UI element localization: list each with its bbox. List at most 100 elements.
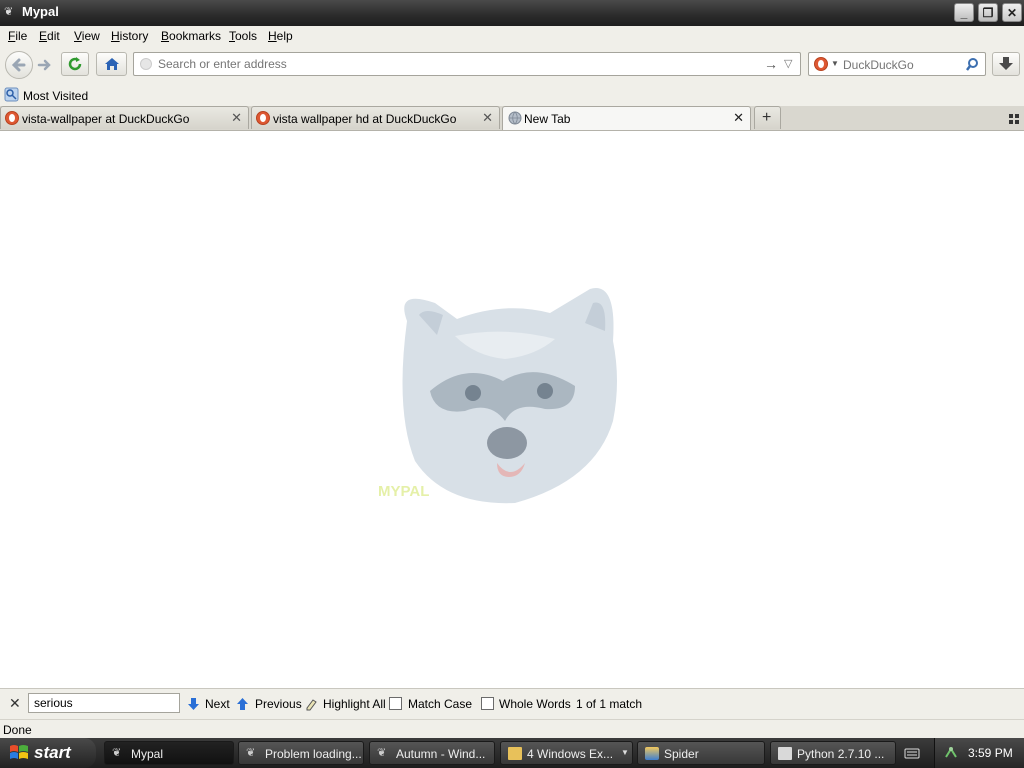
menu-view[interactable]: View xyxy=(74,29,100,43)
clock[interactable]: 3:59 PM xyxy=(968,746,1013,760)
taskbar-item-label: Spider xyxy=(664,747,699,761)
whole-words-label: Whole Words xyxy=(499,697,571,711)
menu-tools[interactable]: Tools xyxy=(229,29,257,43)
windows-logo-icon xyxy=(10,745,28,759)
search-icon[interactable] xyxy=(965,57,980,72)
taskbar-item-label: Autumn - Wind... xyxy=(396,747,486,761)
mypal-app-icon: ❦ xyxy=(377,747,387,759)
engine-dropdown-icon[interactable]: ▼ xyxy=(831,59,839,68)
close-tab-icon[interactable]: ✕ xyxy=(482,110,493,126)
mypal-app-icon: ❦ xyxy=(112,747,122,759)
forward-arrow-icon xyxy=(37,59,51,71)
keyboard-language-icon[interactable] xyxy=(904,747,920,760)
navigation-toolbar: → ▽ ▼ xyxy=(0,46,1024,84)
taskbar-item-mypal[interactable]: ❦ Mypal xyxy=(104,741,234,765)
menu-history[interactable]: History xyxy=(111,29,148,43)
raccoon-logo xyxy=(402,288,617,504)
forward-button[interactable] xyxy=(36,56,54,74)
match-case-checkbox[interactable]: Match Case xyxy=(389,689,473,719)
close-tab-icon[interactable]: ✕ xyxy=(231,110,242,126)
arrow-down-icon xyxy=(188,698,199,710)
tab-title: vista wallpaper hd at DuckDuckGo xyxy=(273,112,457,126)
duckduckgo-favicon-icon xyxy=(5,111,19,125)
tab-new-tab[interactable]: New Tab ✕ xyxy=(502,106,751,130)
taskbar-item-label: Problem loading... xyxy=(265,747,362,761)
find-input[interactable] xyxy=(28,693,180,713)
menu-bar: File Edit View History Bookmarks Tools H… xyxy=(0,26,1024,46)
search-bar[interactable]: ▼ xyxy=(808,52,986,76)
most-visited-icon xyxy=(4,87,19,102)
tab-title: vista-wallpaper at DuckDuckGo xyxy=(22,112,190,126)
restore-button[interactable]: ❐ xyxy=(978,3,998,22)
close-window-button[interactable]: ✕ xyxy=(1002,3,1022,22)
tab-groups-icon[interactable] xyxy=(1008,113,1020,125)
home-button[interactable] xyxy=(96,52,127,76)
mypal-app-icon: ❦ xyxy=(246,747,256,759)
reload-button[interactable] xyxy=(61,52,89,76)
find-next-label: Next xyxy=(205,697,230,711)
match-case-label: Match Case xyxy=(408,697,473,711)
address-bar[interactable]: → ▽ xyxy=(133,52,801,76)
taskbar-item-autumn[interactable]: ❦ Autumn - Wind... xyxy=(369,741,495,765)
title-bar: ❦ Mypal _ ❐ ✕ xyxy=(0,0,1024,26)
home-icon xyxy=(104,58,119,70)
back-button[interactable] xyxy=(5,51,33,79)
taskbar-item-label: 4 Windows Ex... xyxy=(527,747,614,761)
taskbar-item-spider[interactable]: Spider xyxy=(637,741,765,765)
close-tab-icon[interactable]: ✕ xyxy=(733,110,744,126)
highlight-all-button[interactable]: Highlight All xyxy=(303,689,386,719)
tab-strip: vista-wallpaper at DuckDuckGo ✕ vista wa… xyxy=(0,106,1024,131)
tab-title: New Tab xyxy=(524,112,571,126)
windows-taskbar: start ❦ Mypal ❦ Problem loading... ❦ Aut… xyxy=(0,738,1024,768)
bookmarks-toolbar: Most Visited xyxy=(0,84,1024,106)
taskbar-item-label: Mypal xyxy=(131,747,164,761)
find-next-button[interactable]: Next xyxy=(186,689,232,719)
taskbar-item-windows-explorer[interactable]: 4 Windows Ex... ▼ xyxy=(500,741,633,765)
go-arrow-icon[interactable]: → xyxy=(764,56,778,72)
taskbar-item-label: Python 2.7.10 ... xyxy=(797,747,885,761)
find-previous-button[interactable]: Previous xyxy=(236,689,302,719)
tab-vista-wallpaper-hd[interactable]: vista wallpaper hd at DuckDuckGo ✕ xyxy=(251,106,500,129)
new-tab-button[interactable]: + xyxy=(754,106,781,129)
back-arrow-icon xyxy=(11,58,26,72)
group-dropdown-icon: ▼ xyxy=(621,748,629,757)
page-identity-icon xyxy=(140,58,152,70)
start-button[interactable]: start xyxy=(0,738,96,768)
duckduckgo-engine-icon[interactable] xyxy=(814,57,828,71)
most-visited-label: Most Visited xyxy=(23,89,89,103)
duckduckgo-favicon-icon xyxy=(256,111,270,125)
match-case-box[interactable] xyxy=(389,697,402,710)
plus-icon: + xyxy=(762,109,772,126)
menu-help[interactable]: Help xyxy=(268,29,293,43)
minimize-button[interactable]: _ xyxy=(954,3,974,22)
close-find-bar-icon[interactable]: ✕ xyxy=(9,695,21,712)
find-bar: ✕ Next Previous Highlight All Match Case… xyxy=(0,688,1024,719)
address-input[interactable] xyxy=(158,56,748,72)
taskbar-item-python[interactable]: Python 2.7.10 ... xyxy=(770,741,896,765)
mypal-app-icon: ❦ xyxy=(4,6,14,18)
menu-edit[interactable]: Edit xyxy=(39,29,60,43)
highlighter-icon xyxy=(306,699,317,711)
mypal-logo-text: MYPAL xyxy=(378,483,430,500)
taskbar-item-problem-loading[interactable]: ❦ Problem loading... xyxy=(238,741,364,765)
download-icon xyxy=(999,57,1013,70)
network-tray-icon[interactable] xyxy=(943,745,959,761)
status-text: Done xyxy=(3,723,32,737)
menu-file[interactable]: File xyxy=(8,29,27,43)
tab-vista-wallpaper[interactable]: vista-wallpaper at DuckDuckGo ✕ xyxy=(0,106,249,129)
whole-words-box[interactable] xyxy=(481,697,494,710)
history-dropdown-icon[interactable]: ▽ xyxy=(784,57,792,70)
status-bar: Done xyxy=(0,719,1024,739)
highlight-all-label: Highlight All xyxy=(323,697,386,711)
python-idle-icon xyxy=(778,747,792,760)
new-tab-page: MYPAL xyxy=(0,131,1024,687)
whole-words-checkbox[interactable]: Whole Words xyxy=(481,689,571,719)
window-title: Mypal xyxy=(22,4,59,19)
start-label: start xyxy=(34,743,71,762)
downloads-button[interactable] xyxy=(992,52,1020,76)
search-input[interactable] xyxy=(843,57,963,72)
menu-bookmarks[interactable]: Bookmarks xyxy=(161,29,221,43)
globe-icon xyxy=(508,111,522,125)
system-tray: 3:59 PM xyxy=(934,738,1024,768)
folder-icon xyxy=(508,747,522,760)
